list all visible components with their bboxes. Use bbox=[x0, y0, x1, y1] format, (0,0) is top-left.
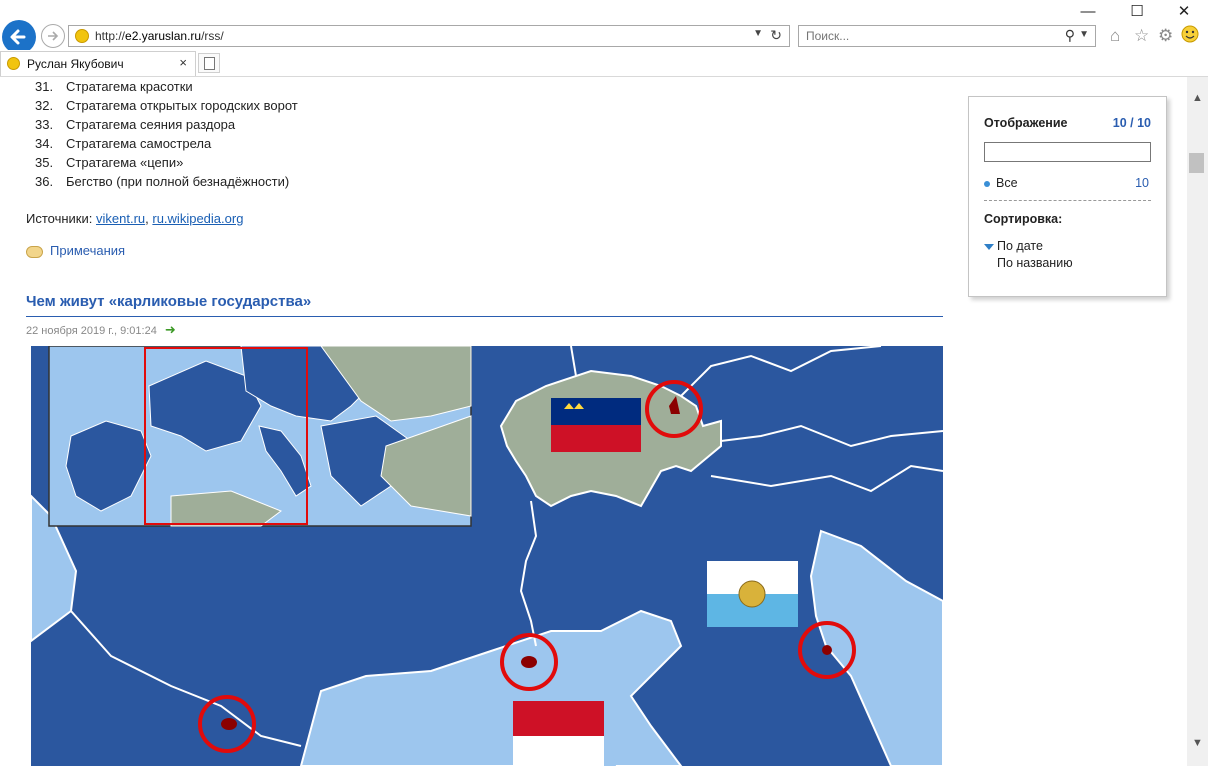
new-tab-button[interactable] bbox=[198, 53, 220, 73]
sources-line: Источники: vikent.ru, ru.wikipedia.org bbox=[26, 211, 244, 226]
list-item: 35. Стратагема «цепи» bbox=[35, 155, 184, 170]
minimize-icon[interactable]: — bbox=[1065, 2, 1111, 22]
forward-button[interactable] bbox=[41, 24, 65, 48]
sources-label: Источники: bbox=[26, 211, 93, 226]
star-icon[interactable]: ☆ bbox=[1134, 26, 1149, 46]
dwarf-states-map bbox=[31, 346, 943, 766]
filter-all-label[interactable]: Все bbox=[996, 176, 1018, 190]
sort-heading: Сортировка: bbox=[984, 212, 1063, 226]
display-count: 10 / 10 bbox=[1112, 116, 1151, 130]
url-text[interactable]: http://e2.yaruslan.ru/rss/ bbox=[95, 29, 224, 43]
browser-toolbar: — ☐ ✕ http://e2.yaruslan.ru/rss/ ▼ ↻ ⚲ ▼… bbox=[0, 0, 1208, 54]
scroll-up-icon[interactable]: ▲ bbox=[1187, 89, 1208, 107]
chevron-down-icon[interactable]: ▼ bbox=[753, 28, 763, 39]
arrow-left-icon bbox=[10, 29, 26, 45]
address-bar[interactable]: http://e2.yaruslan.ru/rss/ ▼ ↻ bbox=[68, 25, 790, 47]
filter-all-item[interactable]: Все bbox=[984, 176, 1018, 190]
list-item: 33. Стратагема сеяния раздора bbox=[35, 117, 236, 132]
vertical-scrollbar[interactable]: ▲ ▼ bbox=[1187, 77, 1208, 766]
list-item: 32. Стратагема открытых городских ворот bbox=[35, 98, 298, 113]
list-item: 34. Стратагема самострела bbox=[35, 136, 212, 151]
smiley-feedback-icon[interactable] bbox=[1181, 25, 1199, 48]
arrow-right-icon bbox=[48, 31, 59, 41]
site-favicon-icon bbox=[7, 57, 20, 70]
notes-link[interactable]: Примечания bbox=[26, 243, 125, 258]
map-image bbox=[31, 346, 943, 766]
list-item: 36. Бегство (при полной безнадёжности) bbox=[35, 174, 290, 189]
filter-input[interactable] bbox=[984, 142, 1151, 162]
scroll-down-icon[interactable]: ▼ bbox=[1187, 734, 1208, 752]
scrollbar-thumb[interactable] bbox=[1189, 153, 1204, 173]
post-title[interactable]: Чем живут «карликовые государства» bbox=[26, 293, 311, 310]
tab-active[interactable]: Руслан Якубович × bbox=[0, 51, 196, 76]
search-icon[interactable]: ⚲ bbox=[1065, 27, 1075, 44]
source-link-vikent[interactable]: vikent.ru bbox=[96, 211, 145, 226]
page-content: 31. Стратагема красотки 32. Стратагема отк… bbox=[0, 77, 1187, 766]
divider bbox=[984, 200, 1151, 201]
tab-title[interactable]: Руслан Якубович bbox=[27, 57, 124, 71]
search-box[interactable]: ⚲ ▼ bbox=[798, 25, 1096, 47]
filter-panel: Отображение 10 / 10 Все 10 Сортировка: П… bbox=[968, 96, 1167, 297]
post-date: 22 ноября 2019 г., 9:01:24 ➜ bbox=[26, 322, 176, 338]
display-heading: Отображение bbox=[984, 116, 1068, 130]
site-favicon-icon bbox=[75, 29, 89, 43]
search-input[interactable] bbox=[804, 28, 1048, 44]
close-tab-icon[interactable]: × bbox=[179, 55, 187, 70]
close-window-icon[interactable]: ✕ bbox=[1161, 2, 1207, 22]
post-title-divider bbox=[26, 316, 943, 317]
post-date-text: 22 ноября 2019 г., 9:01:24 bbox=[26, 325, 157, 337]
maximize-icon[interactable]: ☐ bbox=[1114, 2, 1160, 22]
chevron-down-icon[interactable]: ▼ bbox=[1079, 29, 1089, 40]
triangle-down-icon bbox=[984, 243, 994, 250]
notes-label[interactable]: Примечания bbox=[50, 243, 125, 258]
filter-all-count: 10 bbox=[1135, 176, 1149, 190]
home-icon[interactable]: ⌂ bbox=[1110, 26, 1120, 46]
tab-bar: Руслан Якубович × bbox=[0, 50, 1208, 77]
sort-by-name-option[interactable]: По названию bbox=[997, 256, 1073, 270]
back-button[interactable] bbox=[2, 20, 36, 54]
stratagem-list: 31. Стратагема красотки 32. Стратагема отк… bbox=[24, 77, 298, 191]
list-item: 31. Стратагема красотки bbox=[35, 79, 193, 94]
bullet-icon bbox=[984, 180, 990, 187]
source-link-wikipedia[interactable]: ru.wikipedia.org bbox=[152, 211, 243, 226]
speech-bubble-icon bbox=[26, 245, 43, 258]
gear-icon[interactable]: ⚙ bbox=[1158, 26, 1173, 46]
sort-by-date-option[interactable]: По дате bbox=[984, 239, 1043, 253]
sort-by-date-label[interactable]: По дате bbox=[997, 239, 1043, 253]
arrow-right-icon[interactable]: ➜ bbox=[165, 322, 176, 337]
refresh-icon[interactable]: ↻ bbox=[770, 27, 782, 44]
